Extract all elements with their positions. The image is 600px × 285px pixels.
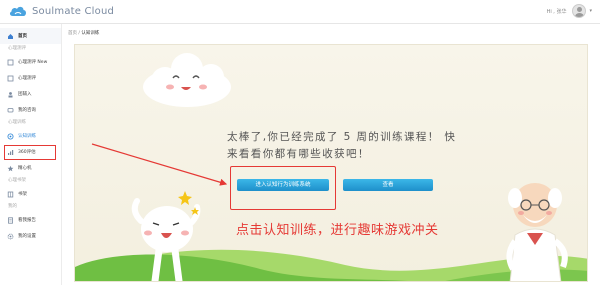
arrow-line	[91, 143, 228, 186]
app-root: Soulmate Cloud Hi , 张华 ▾ 首页 心理测评 心理测评 Ne…	[0, 0, 600, 285]
annotation-arrow	[91, 143, 228, 186]
